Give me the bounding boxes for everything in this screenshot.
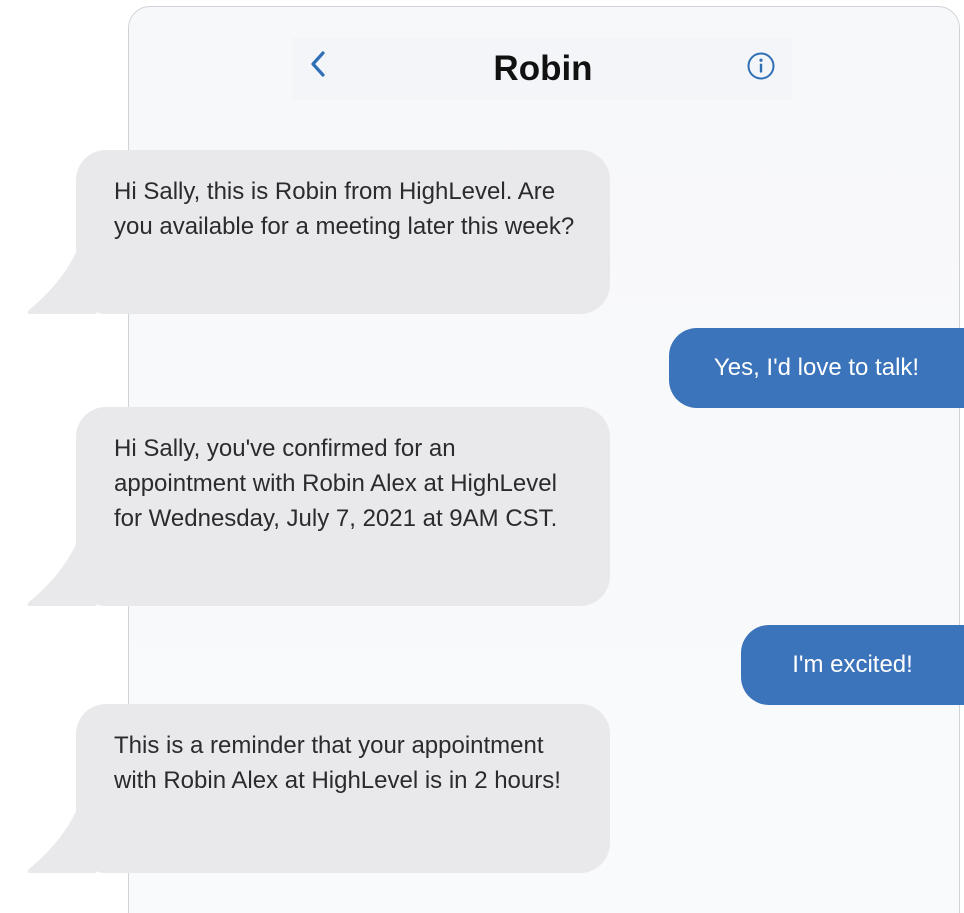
chevron-left-icon bbox=[311, 51, 325, 77]
message-text: Hi Sally, this is Robin from HighLevel. … bbox=[114, 178, 575, 240]
messages-screen: Robin Hi Sally, this is Robin from HighL… bbox=[0, 0, 964, 913]
contact-name: Robin bbox=[493, 49, 593, 88]
incoming-message: Hi Sally, this is Robin from HighLevel. … bbox=[76, 150, 610, 314]
incoming-message: This is a reminder that your appointment… bbox=[76, 704, 610, 873]
back-button[interactable] bbox=[300, 46, 336, 82]
message-text: Yes, I'd love to talk! bbox=[713, 354, 920, 381]
outgoing-message: I'm excited! bbox=[741, 625, 964, 705]
message-text: I'm excited! bbox=[792, 651, 913, 678]
incoming-message: Hi Sally, you've confirmed for an appoin… bbox=[76, 407, 610, 606]
info-button[interactable] bbox=[745, 50, 777, 82]
outgoing-message: Yes, I'd love to talk! bbox=[669, 328, 964, 408]
message-text: This is a reminder that your appointment… bbox=[114, 732, 561, 794]
message-text: Hi Sally, you've confirmed for an appoin… bbox=[114, 435, 558, 532]
info-circle-icon bbox=[747, 52, 775, 80]
